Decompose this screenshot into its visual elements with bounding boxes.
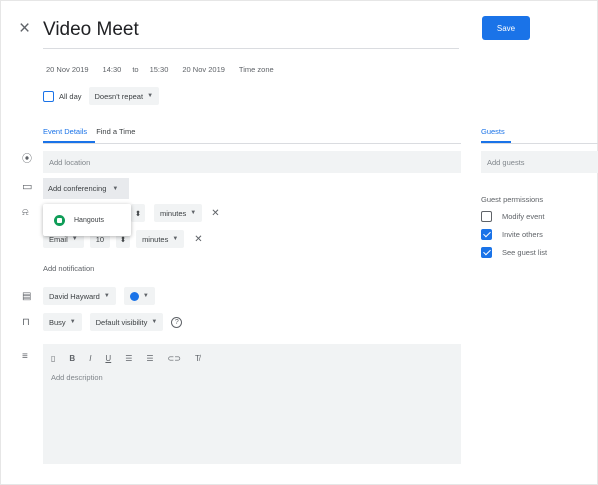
event-title-input[interactable]: Video Meet bbox=[43, 17, 459, 49]
permission-label: See guest list bbox=[502, 248, 548, 257]
start-time[interactable]: 14:30 bbox=[100, 63, 125, 76]
link-icon[interactable]: ⊂⊃ bbox=[168, 354, 181, 363]
datetime-row: 20 Nov 2019 14:30 to 15:30 20 Nov 2019 T… bbox=[43, 63, 277, 76]
guests-placeholder: Add guests bbox=[487, 157, 525, 167]
color-swatch bbox=[129, 291, 139, 301]
location-pin-icon: ⦿ bbox=[22, 154, 32, 165]
tab-event-details[interactable]: Event Details bbox=[43, 127, 87, 136]
end-date[interactable]: 20 Nov 2019 bbox=[179, 63, 228, 76]
all-day-row: All day Doesn't repeat ▼ bbox=[43, 87, 160, 105]
modify-event-checkbox[interactable] bbox=[481, 211, 492, 222]
close-icon[interactable]: × bbox=[19, 19, 30, 38]
notification-units-dropdown-2[interactable]: minutes ▼ bbox=[136, 230, 185, 248]
chevron-down-icon: ▼ bbox=[147, 93, 154, 99]
end-time[interactable]: 15:30 bbox=[147, 63, 172, 76]
all-day-label: All day bbox=[59, 91, 82, 101]
tab-bar: Event Details Find a Time bbox=[43, 127, 135, 136]
tab-divider bbox=[43, 143, 461, 144]
hangouts-option[interactable]: Hangouts bbox=[74, 217, 104, 224]
notification-units-2: minutes bbox=[142, 234, 169, 244]
video-camera-icon: ▭ bbox=[22, 181, 33, 193]
all-day-checkbox[interactable] bbox=[43, 90, 54, 102]
notification-units-dropdown-1[interactable]: minutes ▼ bbox=[154, 204, 203, 222]
location-input[interactable]: Add location bbox=[43, 151, 461, 173]
underline-icon[interactable]: U bbox=[105, 354, 111, 363]
chevron-down-icon: ▼ bbox=[172, 236, 179, 242]
chevron-down-icon: ▼ bbox=[190, 210, 197, 216]
notification-stepper-1[interactable]: ⬍ bbox=[131, 204, 145, 222]
bold-icon[interactable]: B bbox=[69, 354, 75, 363]
permission-item: Modify event bbox=[481, 211, 547, 222]
notification-units-1: minutes bbox=[160, 208, 187, 218]
notification-row-1: ⬍ minutes ▼ ✕ bbox=[131, 204, 220, 222]
see-guest-list-checkbox[interactable] bbox=[481, 247, 492, 258]
formatting-toolbar: ▯ B I U ☰ ☰ ⊂⊃ T̸ bbox=[43, 344, 461, 373]
description-placeholder: Add description bbox=[51, 373, 103, 382]
add-notification-link[interactable]: Add notification bbox=[43, 264, 94, 273]
attachment-icon[interactable]: ▯ bbox=[51, 354, 55, 363]
permission-label: Modify event bbox=[502, 212, 545, 221]
permission-item: See guest list bbox=[481, 247, 547, 258]
tab-guests[interactable]: Guests bbox=[481, 127, 505, 136]
start-date[interactable]: 20 Nov 2019 bbox=[43, 63, 92, 76]
description-editor[interactable]: ▯ B I U ☰ ☰ ⊂⊃ T̸ Add description bbox=[43, 344, 461, 464]
guest-permissions-heading: Guest permissions bbox=[481, 195, 544, 204]
visibility-row: Busy ▼ Default visibility ▼ ? bbox=[43, 313, 183, 331]
location-placeholder: Add location bbox=[49, 157, 91, 167]
italic-icon[interactable]: I bbox=[89, 354, 91, 363]
calendar-row: David Hayward ▼ ▼ bbox=[43, 287, 155, 305]
chevron-down-icon: ▼ bbox=[112, 185, 119, 192]
clear-formatting-icon[interactable]: T̸ bbox=[195, 354, 200, 363]
invite-others-checkbox[interactable] bbox=[481, 229, 492, 240]
repeat-dropdown[interactable]: Doesn't repeat ▼ bbox=[88, 87, 160, 105]
repeat-value: Doesn't repeat bbox=[94, 91, 144, 101]
chevron-down-icon: ▼ bbox=[151, 319, 158, 325]
chevron-down-icon: ▼ bbox=[142, 293, 149, 299]
status-value: Busy bbox=[49, 317, 66, 327]
bulleted-list-icon[interactable]: ☰ bbox=[146, 354, 153, 363]
permission-label: Invite others bbox=[502, 230, 543, 239]
chevron-down-icon: ▼ bbox=[69, 319, 76, 325]
calendar-icon: ▤ bbox=[22, 291, 32, 302]
save-button[interactable]: Save bbox=[482, 16, 530, 40]
calendar-color-dropdown[interactable]: ▼ bbox=[123, 287, 155, 305]
visibility-value: Default visibility bbox=[95, 317, 148, 327]
briefcase-icon: ⊓ bbox=[22, 317, 30, 328]
conferencing-menu: Hangouts bbox=[43, 204, 131, 236]
add-conferencing-dropdown[interactable]: Add conferencing ▼ bbox=[43, 178, 129, 199]
bell-icon: ⍾ bbox=[22, 207, 29, 218]
visibility-dropdown[interactable]: Default visibility ▼ bbox=[89, 313, 164, 331]
description-lines-icon: ≡ bbox=[22, 351, 28, 362]
guest-permissions-list: Modify event Invite others See guest lis… bbox=[481, 211, 547, 258]
status-dropdown[interactable]: Busy ▼ bbox=[43, 313, 82, 331]
guests-divider bbox=[481, 143, 598, 144]
chevron-down-icon: ▼ bbox=[103, 293, 110, 299]
conferencing-label: Add conferencing bbox=[48, 184, 107, 193]
to-label: to bbox=[132, 65, 139, 74]
remove-notification-icon[interactable]: ✕ bbox=[194, 234, 202, 245]
calendar-owner-dropdown[interactable]: David Hayward ▼ bbox=[43, 287, 116, 305]
help-icon[interactable]: ? bbox=[171, 316, 183, 328]
chevron-down-icon: ▼ bbox=[71, 236, 78, 242]
calendar-owner: David Hayward bbox=[49, 291, 100, 301]
remove-notification-icon[interactable]: ✕ bbox=[211, 208, 219, 219]
guests-input[interactable]: Add guests bbox=[481, 151, 598, 173]
tab-find-a-time[interactable]: Find a Time bbox=[96, 127, 135, 136]
hangouts-icon bbox=[54, 214, 65, 226]
numbered-list-icon[interactable]: ☰ bbox=[125, 354, 132, 363]
permission-item: Invite others bbox=[481, 229, 547, 240]
time-zone-link[interactable]: Time zone bbox=[236, 63, 277, 76]
